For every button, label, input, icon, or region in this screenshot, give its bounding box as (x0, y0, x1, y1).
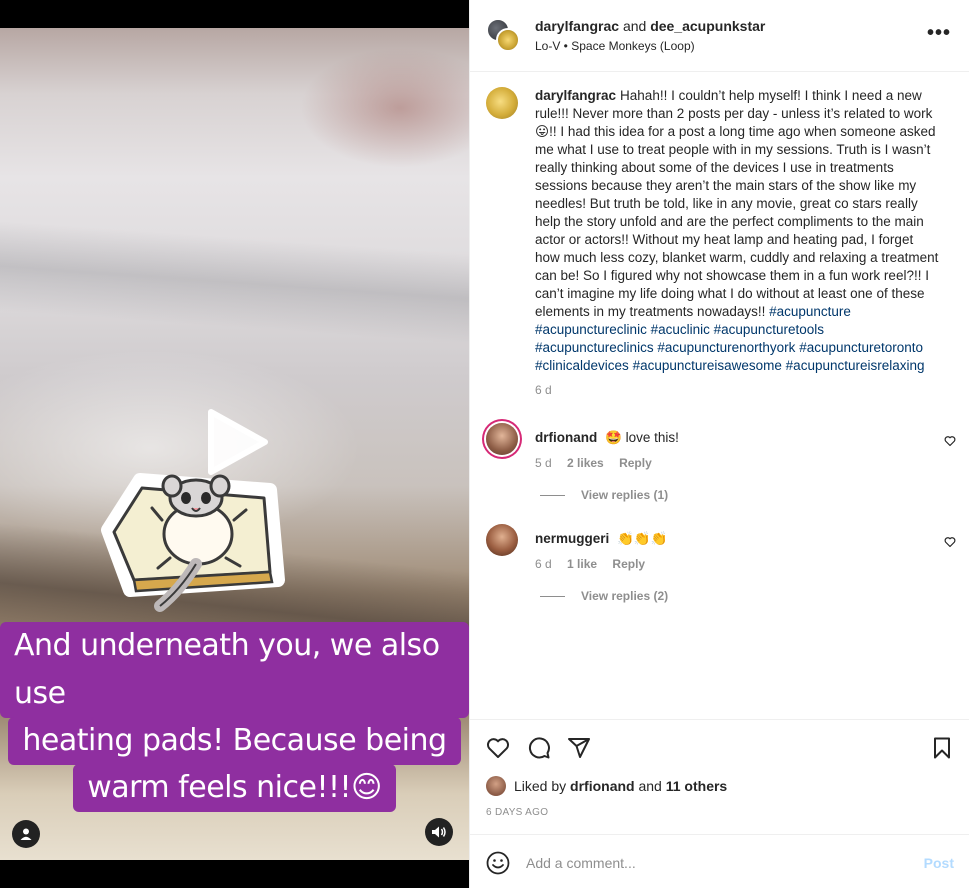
divider (540, 595, 565, 597)
share-icon[interactable] (567, 736, 591, 760)
hashtag-link[interactable]: #acupuncture (769, 304, 851, 319)
post-comment-button[interactable]: Post (924, 855, 954, 871)
liked-by-others[interactable]: 11 others (666, 778, 727, 794)
hashtag-link[interactable]: #acupuncturetools (714, 322, 824, 337)
hashtag-link[interactable]: #acupunctureisawesome (633, 358, 782, 373)
hashtag-link[interactable]: #acupuncturenorthyork (657, 340, 795, 355)
caption-username[interactable]: darylfangrac (535, 88, 616, 103)
sugar-glider-sticker (101, 473, 285, 612)
video-caption-line: heating pads! Because being (8, 717, 461, 765)
caption-body: Hahah!! I couldn’t help myself! I think … (535, 88, 939, 319)
add-comment-bar: Post (470, 834, 969, 888)
collab-avatars[interactable] (486, 18, 522, 54)
hashtag-link[interactable]: #clinicaldevices (535, 358, 629, 373)
comment-item: drfionand 🤩 love this! 5 d 2 likes Reply… (470, 423, 969, 502)
comment-likes[interactable]: 2 likes (567, 456, 604, 470)
avatar[interactable] (486, 776, 506, 796)
post-header: darylfangrac and dee_acupunkstar Lo-V • … (470, 0, 969, 72)
reply-button[interactable]: Reply (619, 456, 652, 470)
comment-item: nermuggeri 👏👏👏 6 d 1 like Reply View rep… (470, 524, 969, 603)
hashtag-link[interactable]: #acupuncturetoronto (799, 340, 923, 355)
view-replies-button[interactable]: View replies (2) (535, 589, 925, 603)
comment-text: drfionand 🤩 love this! (535, 423, 925, 447)
avatar[interactable] (496, 28, 520, 52)
post-caption: darylfangrac Hahah!! I couldn’t help myse… (470, 73, 969, 397)
caption-text: darylfangrac Hahah!! I couldn’t help myse… (535, 87, 940, 375)
hashtag-link[interactable]: #acuclinic (651, 322, 710, 337)
comment-icon[interactable] (527, 736, 551, 760)
comment-text: nermuggeri 👏👏👏 (535, 524, 925, 548)
liked-by-user[interactable]: drfionand (570, 778, 635, 794)
video-background (300, 48, 469, 168)
speaker-icon (432, 826, 446, 838)
heart-icon[interactable] (486, 736, 510, 760)
comment-meta: 5 d 2 likes Reply (535, 456, 925, 470)
audio-track-link[interactable]: Lo-V • Space Monkeys (Loop) (535, 39, 695, 53)
hashtag-link[interactable]: #acupunctureisrelaxing (786, 358, 925, 373)
comment-input[interactable] (526, 851, 906, 875)
video-caption: And underneath you, we also use heating … (0, 622, 469, 812)
comment-body: 🤩 love this! (605, 430, 679, 445)
more-options-button[interactable]: ••• (927, 22, 951, 45)
divider (540, 494, 565, 496)
emoji-icon[interactable] (486, 851, 510, 875)
video-caption-line: warm feels nice!!!😊 (73, 764, 396, 812)
comment-username[interactable]: nermuggeri (535, 531, 609, 546)
author-username[interactable]: dee_acupunkstar (650, 18, 765, 34)
liked-by-prefix: Liked by (514, 778, 567, 794)
likes-summary: Liked by drfionand and 11 others (486, 776, 727, 796)
post-actions: Liked by drfionand and 11 others 6 DAYS … (470, 719, 969, 834)
comment-time[interactable]: 5 d (535, 456, 552, 470)
liked-by-and: and (638, 778, 662, 794)
post-panel: darylfangrac and dee_acupunkstar Lo-V • … (469, 0, 969, 888)
video-background (0, 218, 469, 348)
author-username[interactable]: darylfangrac (535, 18, 619, 34)
comment-time[interactable]: 6 d (535, 557, 552, 571)
comment-username[interactable]: drfionand (535, 430, 597, 445)
avatar[interactable] (486, 524, 518, 556)
hashtag-link[interactable]: #acupunctureclinic (535, 322, 647, 337)
user-tag-button[interactable] (12, 820, 40, 848)
view-replies-label[interactable]: View replies (2) (581, 589, 668, 603)
avatar[interactable] (486, 87, 518, 119)
comment-body: 👏👏👏 (617, 531, 668, 546)
reel-video[interactable]: And underneath you, we also use heating … (0, 0, 469, 888)
hashtag-link[interactable]: #acupunctureclinics (535, 340, 654, 355)
comments-section[interactable]: darylfangrac Hahah!! I couldn’t help myse… (470, 73, 969, 719)
heart-icon[interactable] (944, 536, 956, 548)
user-icon (20, 828, 32, 840)
view-replies-button[interactable]: View replies (1) (535, 488, 925, 502)
heart-icon[interactable] (944, 435, 956, 447)
post-date[interactable]: 6 DAYS AGO (486, 807, 548, 818)
bookmark-icon[interactable] (930, 736, 954, 760)
video-caption-line: And underneath you, we also use (0, 622, 469, 718)
reply-button[interactable]: Reply (612, 557, 645, 571)
author-and: and (622, 18, 647, 34)
caption-timestamp[interactable]: 6 d (535, 383, 940, 397)
view-replies-label[interactable]: View replies (1) (581, 488, 668, 502)
audio-toggle-button[interactable] (425, 818, 453, 846)
comment-meta: 6 d 1 like Reply (535, 557, 925, 571)
avatar[interactable] (486, 423, 518, 455)
comment-likes[interactable]: 1 like (567, 557, 597, 571)
post-authors: darylfangrac and dee_acupunkstar (535, 18, 765, 34)
